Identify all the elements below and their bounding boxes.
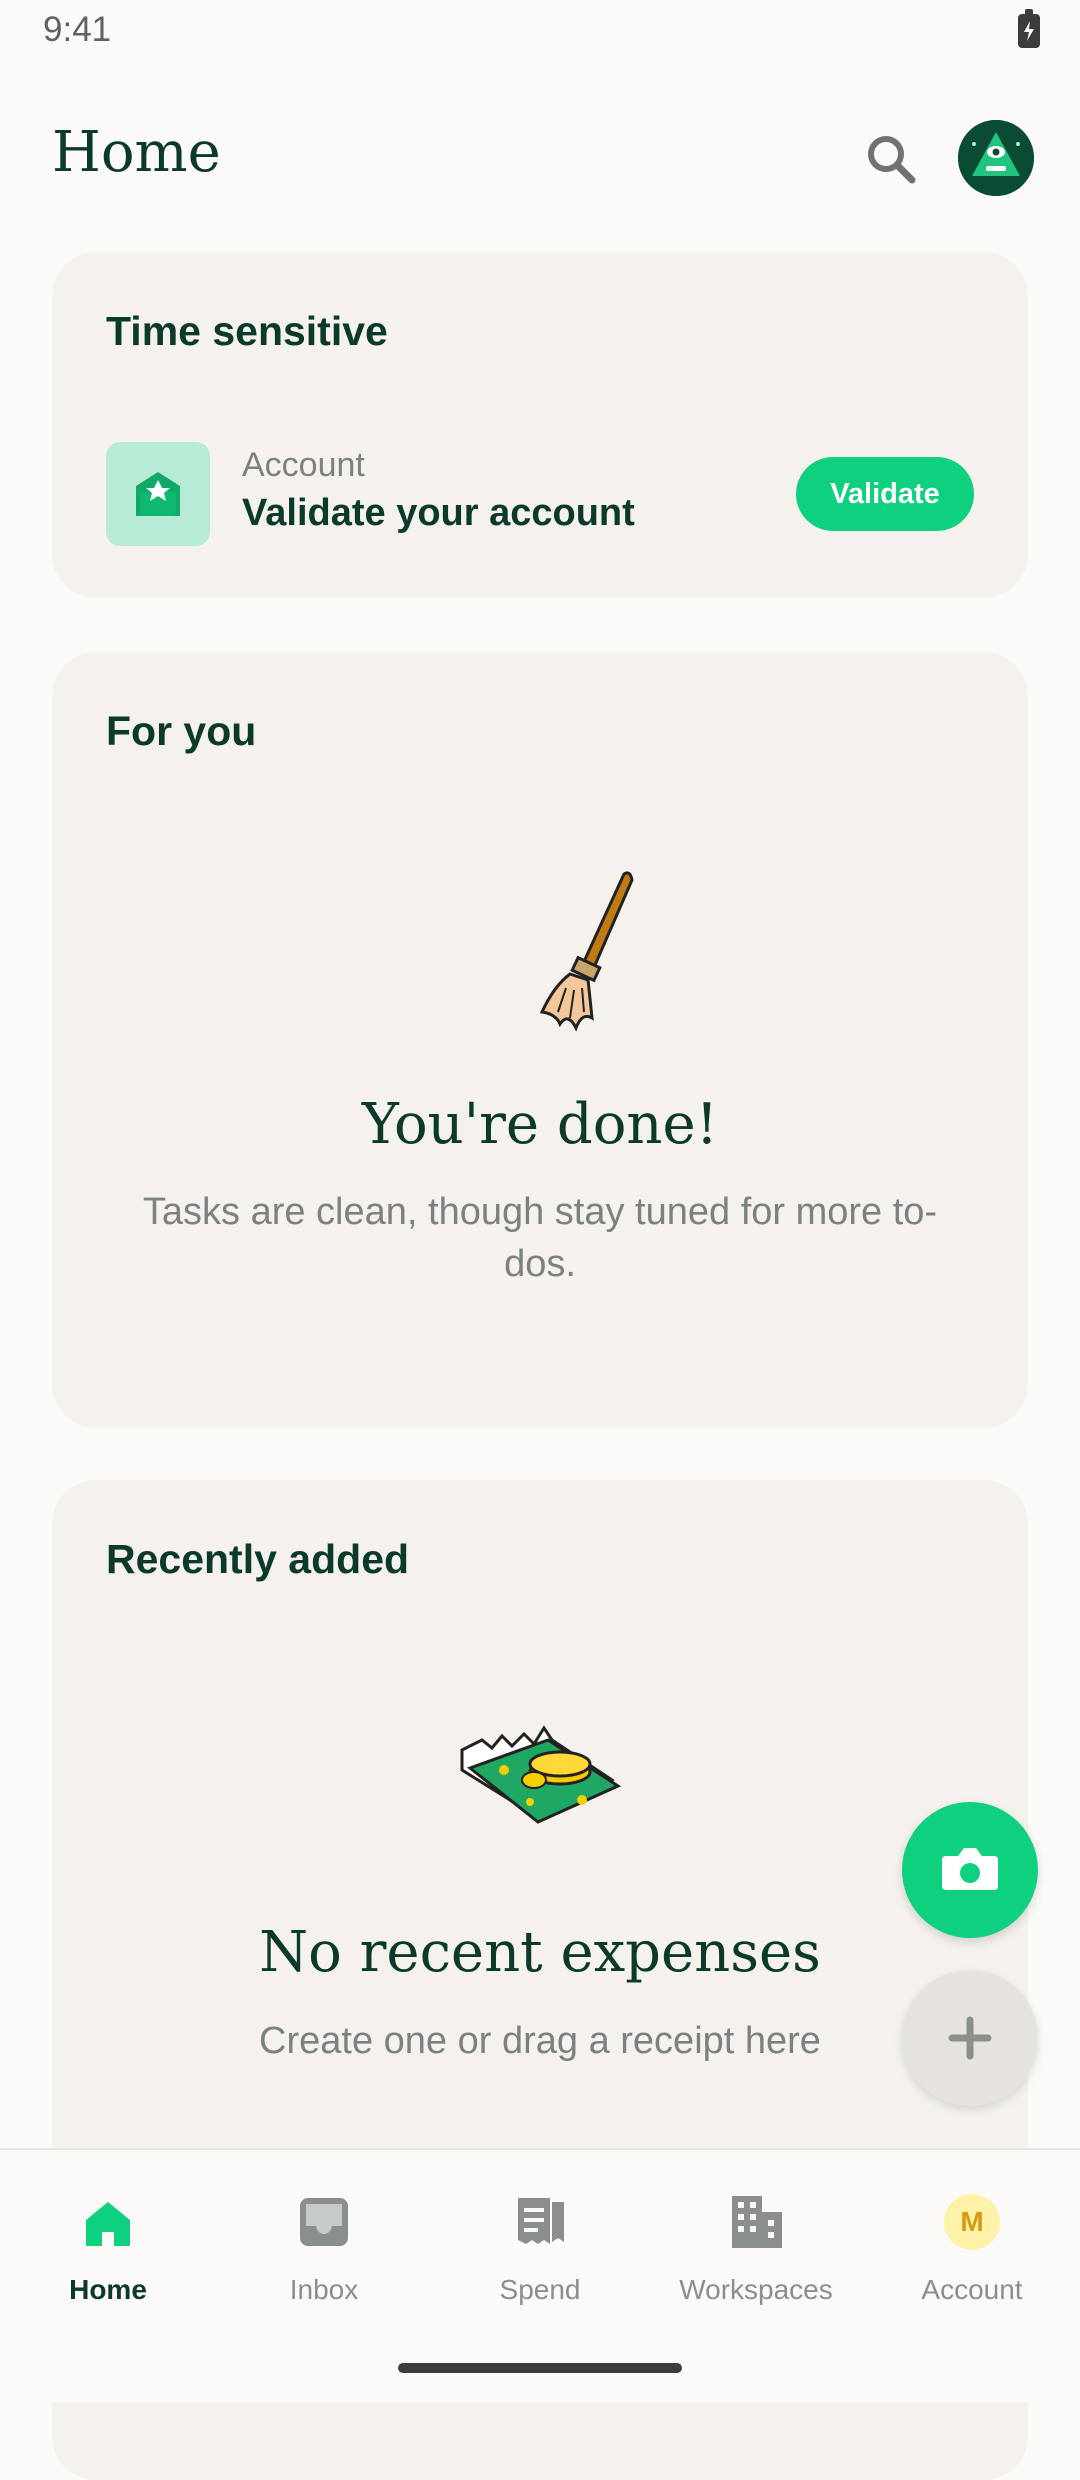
no-expenses-subtext: Create one or drag a receipt here: [259, 2020, 821, 2062]
status-bar: 9:41: [0, 0, 1080, 62]
home-indicator[interactable]: [398, 2363, 682, 2373]
search-button[interactable]: [858, 126, 926, 194]
search-icon: [868, 136, 916, 184]
home-icon: [86, 2202, 130, 2246]
broom-illustration-icon: [462, 862, 652, 1042]
nav-item-inbox[interactable]: Inbox: [216, 2182, 432, 2322]
for-you-card: For you You're done! Tasks are clean, th…: [52, 652, 1028, 1428]
nav-item-account[interactable]: M Account: [864, 2182, 1080, 2322]
nav-item-home[interactable]: Home: [0, 2182, 216, 2322]
nav-label-workspaces: Workspaces: [679, 2274, 833, 2305]
page-title: Home: [52, 120, 221, 185]
task-message: Validate your account: [242, 492, 635, 534]
inbox-icon: [300, 2198, 348, 2246]
status-time: 9:41: [43, 10, 112, 49]
add-expense-button[interactable]: [902, 1970, 1038, 2106]
done-heading: You're done!: [361, 1092, 719, 1157]
task-category: Account: [242, 446, 365, 484]
plus-icon: [948, 2016, 992, 2060]
receipt-icon: [518, 2198, 564, 2244]
avatar-initial: M: [960, 2206, 984, 2237]
account-shield-icon: [106, 442, 210, 546]
validate-button[interactable]: Validate: [796, 457, 974, 531]
building-icon: [732, 2196, 782, 2248]
cash-illustration-icon: [452, 1710, 632, 1840]
profile-avatar[interactable]: [958, 120, 1034, 196]
nav-label-home: Home: [69, 2274, 147, 2305]
battery-icon: [1018, 9, 1040, 48]
nav-item-workspaces[interactable]: Workspaces: [648, 2182, 864, 2322]
scan-receipt-button[interactable]: [902, 1802, 1038, 1938]
nav-label-spend: Spend: [499, 2274, 581, 2305]
for-you-title: For you: [106, 708, 257, 754]
camera-icon: [942, 1848, 998, 1890]
nav-label-account: Account: [921, 2274, 1023, 2305]
done-subtext: Tasks are clean, though stay tuned for m…: [142, 1191, 938, 1285]
no-expenses-heading: No recent expenses: [259, 1920, 821, 1985]
time-sensitive-card: Time sensitive Account Validate your acc…: [52, 252, 1028, 598]
app-header: Home: [0, 100, 1080, 220]
time-sensitive-title: Time sensitive: [106, 308, 388, 354]
nav-label-inbox: Inbox: [289, 2274, 359, 2305]
avatar-illustration-icon: [958, 120, 1034, 196]
recently-added-title: Recently added: [106, 1536, 410, 1582]
nav-item-spend[interactable]: Spend: [432, 2182, 648, 2322]
